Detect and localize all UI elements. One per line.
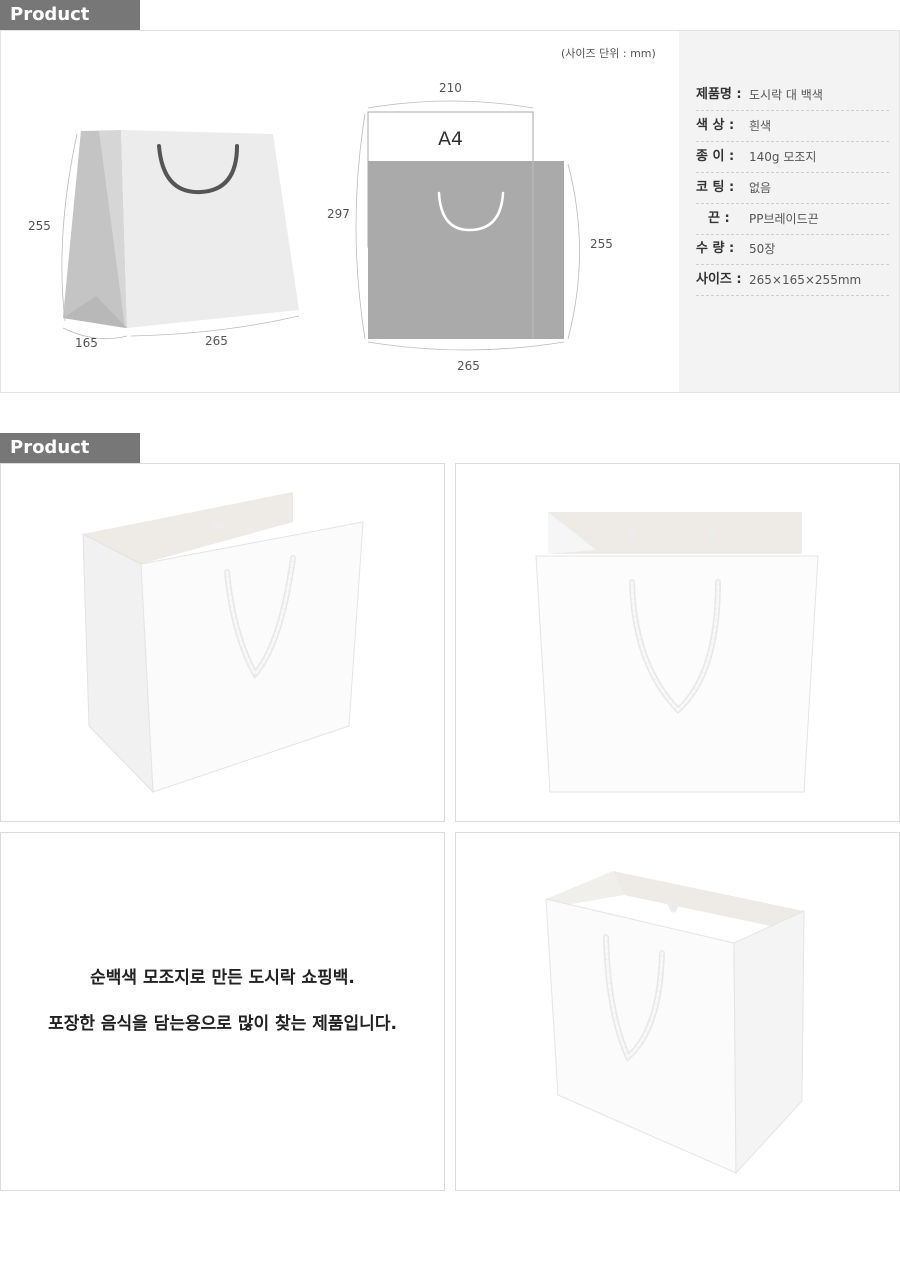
spec-row-handle: 끈 : PP브레이드끈	[696, 204, 889, 235]
a4-compare-diagram	[355, 100, 580, 351]
bag-width-dim: 265	[205, 334, 228, 348]
spec-row-color: 색 상 : 흰색	[696, 111, 889, 142]
detail-text-line1: 순백색 모조지로 만든 도시락 쇼핑백.	[90, 968, 355, 988]
spec-row-quantity: 수 량 : 50장	[696, 234, 889, 265]
shopping-bag-image	[545, 871, 805, 1175]
front-height-dim: 255	[590, 237, 613, 251]
unit-note: (사이즈 단위 : mm)	[561, 47, 656, 60]
front-width-dim: 265	[457, 359, 480, 373]
detail-photo-side	[455, 832, 900, 1191]
spec-row-paper: 종 이 : 140g 모조지	[696, 142, 889, 173]
spec-row-name: 제품명 : 도시락 대 백색	[696, 80, 889, 111]
bag-3d-diagram	[61, 130, 300, 340]
spec-box: (사이즈 단위 : mm) 255 165 265 210 A4 297 255…	[0, 30, 900, 393]
bag-depth-dim: 165	[75, 336, 98, 350]
detail-photo-front	[455, 463, 900, 822]
a4-height-dim: 297	[327, 207, 350, 221]
bag-height-dim: 255	[28, 219, 51, 233]
detail-photo-angle	[0, 463, 445, 822]
spec-table: 제품명 : 도시락 대 백색 색 상 : 흰색 종 이 : 140g 모조지 코…	[679, 31, 899, 392]
a4-label: A4	[438, 128, 464, 150]
shopping-bag-image	[535, 512, 819, 793]
a4-width-dim: 210	[439, 81, 462, 95]
product-spec-title: Product spec.	[0, 0, 140, 55]
spec-row-coating: 코 팅 : 없음	[696, 173, 889, 204]
spec-row-size: 사이즈 : 265×165×255mm	[696, 265, 889, 296]
shopping-bag-image	[82, 492, 364, 794]
product-detail-title: Product detail	[0, 433, 140, 488]
detail-text-line2: 포장한 음식을 담는용으로 많이 찾는 제품입니다.	[48, 1014, 397, 1034]
detail-text-panel: 순백색 모조지로 만든 도시락 쇼핑백. 포장한 음식을 담는용으로 많이 찾는…	[0, 832, 445, 1191]
